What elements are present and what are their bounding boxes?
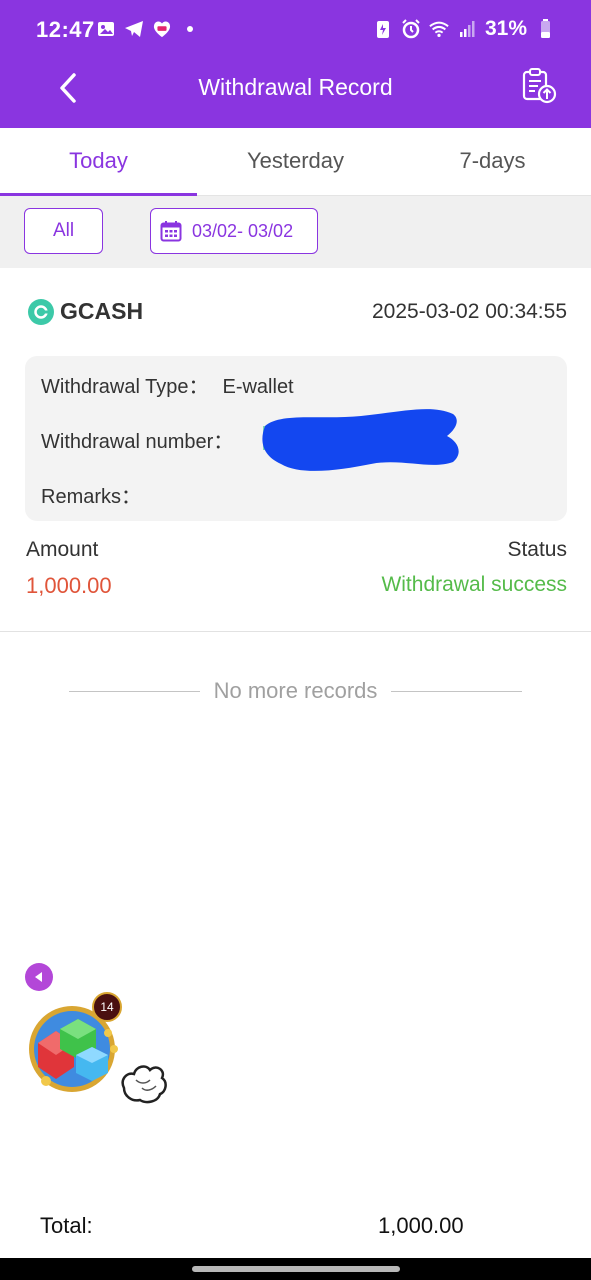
image-icon [96,19,116,39]
status-value: Withdrawal success [381,573,567,596]
page-title: Withdrawal Record [198,74,393,100]
amount-label: Amount [26,538,99,561]
lazada-icon [152,19,172,39]
battery-saver-icon [373,19,393,39]
withdrawal-type-label: Withdrawal Type： [41,376,209,398]
gcash-logo-icon [28,298,54,325]
calendar-icon [160,221,182,242]
system-icons: 31% [373,17,555,41]
pointer-glove-icon [121,1065,167,1104]
type-filter-button[interactable]: All [24,208,103,254]
record-datetime: 2025-03-02 00:34:55 [372,300,567,323]
remarks-row: Remarks： [41,480,141,509]
collapse-widget-button[interactable] [25,963,53,991]
battery-icon [535,19,555,39]
record-details: Withdrawal Type： E-wallet Withdrawal numb… [25,356,567,521]
no-more-records-text: No more records [213,678,378,703]
withdrawal-number-row: Withdrawal number： [41,425,233,454]
tab-yesterday[interactable]: Yesterday [197,128,394,195]
date-tabs: Today Yesterday 7-days [0,128,591,196]
redaction-scribble [262,409,459,471]
provider-name: GCASH [60,298,144,324]
total-value: 1,000.00 [378,1213,464,1238]
notification-badge: 14 [92,992,122,1022]
withdrawal-record-card[interactable]: GCASH 2025-03-02 00:34:55 Withdrawal Typ… [0,268,591,632]
date-range-button[interactable]: 03/02- 03/02 [150,208,318,254]
signal-icon [457,19,477,39]
amount-value: 1,000.00 [26,573,112,598]
status-time: 12:47 [36,17,95,42]
withdrawal-type-value: E-wallet [222,376,294,398]
provider: GCASH [28,298,143,325]
tab-7-days[interactable]: 7-days [394,128,591,195]
app-header: 12:47 31% Withdrawal Record [0,0,591,128]
home-gesture-handle[interactable] [192,1266,400,1272]
total-label: Total: [40,1213,93,1238]
divider-left [69,690,200,692]
wifi-icon [429,19,449,39]
alarm-icon [401,19,421,39]
status-bar: 12:47 31% [0,0,591,60]
filter-bar: All 03/02- 03/02 [0,196,591,268]
status-label: Status [507,538,567,561]
date-range-label: 03/02- 03/02 [192,220,294,241]
records-action-button[interactable] [519,66,559,106]
withdrawal-type-row: Withdrawal Type： E-wallet [41,370,294,399]
telegram-icon [124,19,144,39]
battery-percent: 31% [484,17,527,40]
divider-right [391,690,522,692]
withdrawal-number-label: Withdrawal number： [41,431,234,453]
clipboard-upload-icon [522,68,557,104]
tab-today[interactable]: Today [0,128,197,196]
dot-icon [180,19,200,39]
remarks-label: Remarks： [41,486,142,508]
notification-icons [96,19,200,39]
caret-left-icon [35,972,42,982]
no-more-records: No more records [69,676,522,706]
